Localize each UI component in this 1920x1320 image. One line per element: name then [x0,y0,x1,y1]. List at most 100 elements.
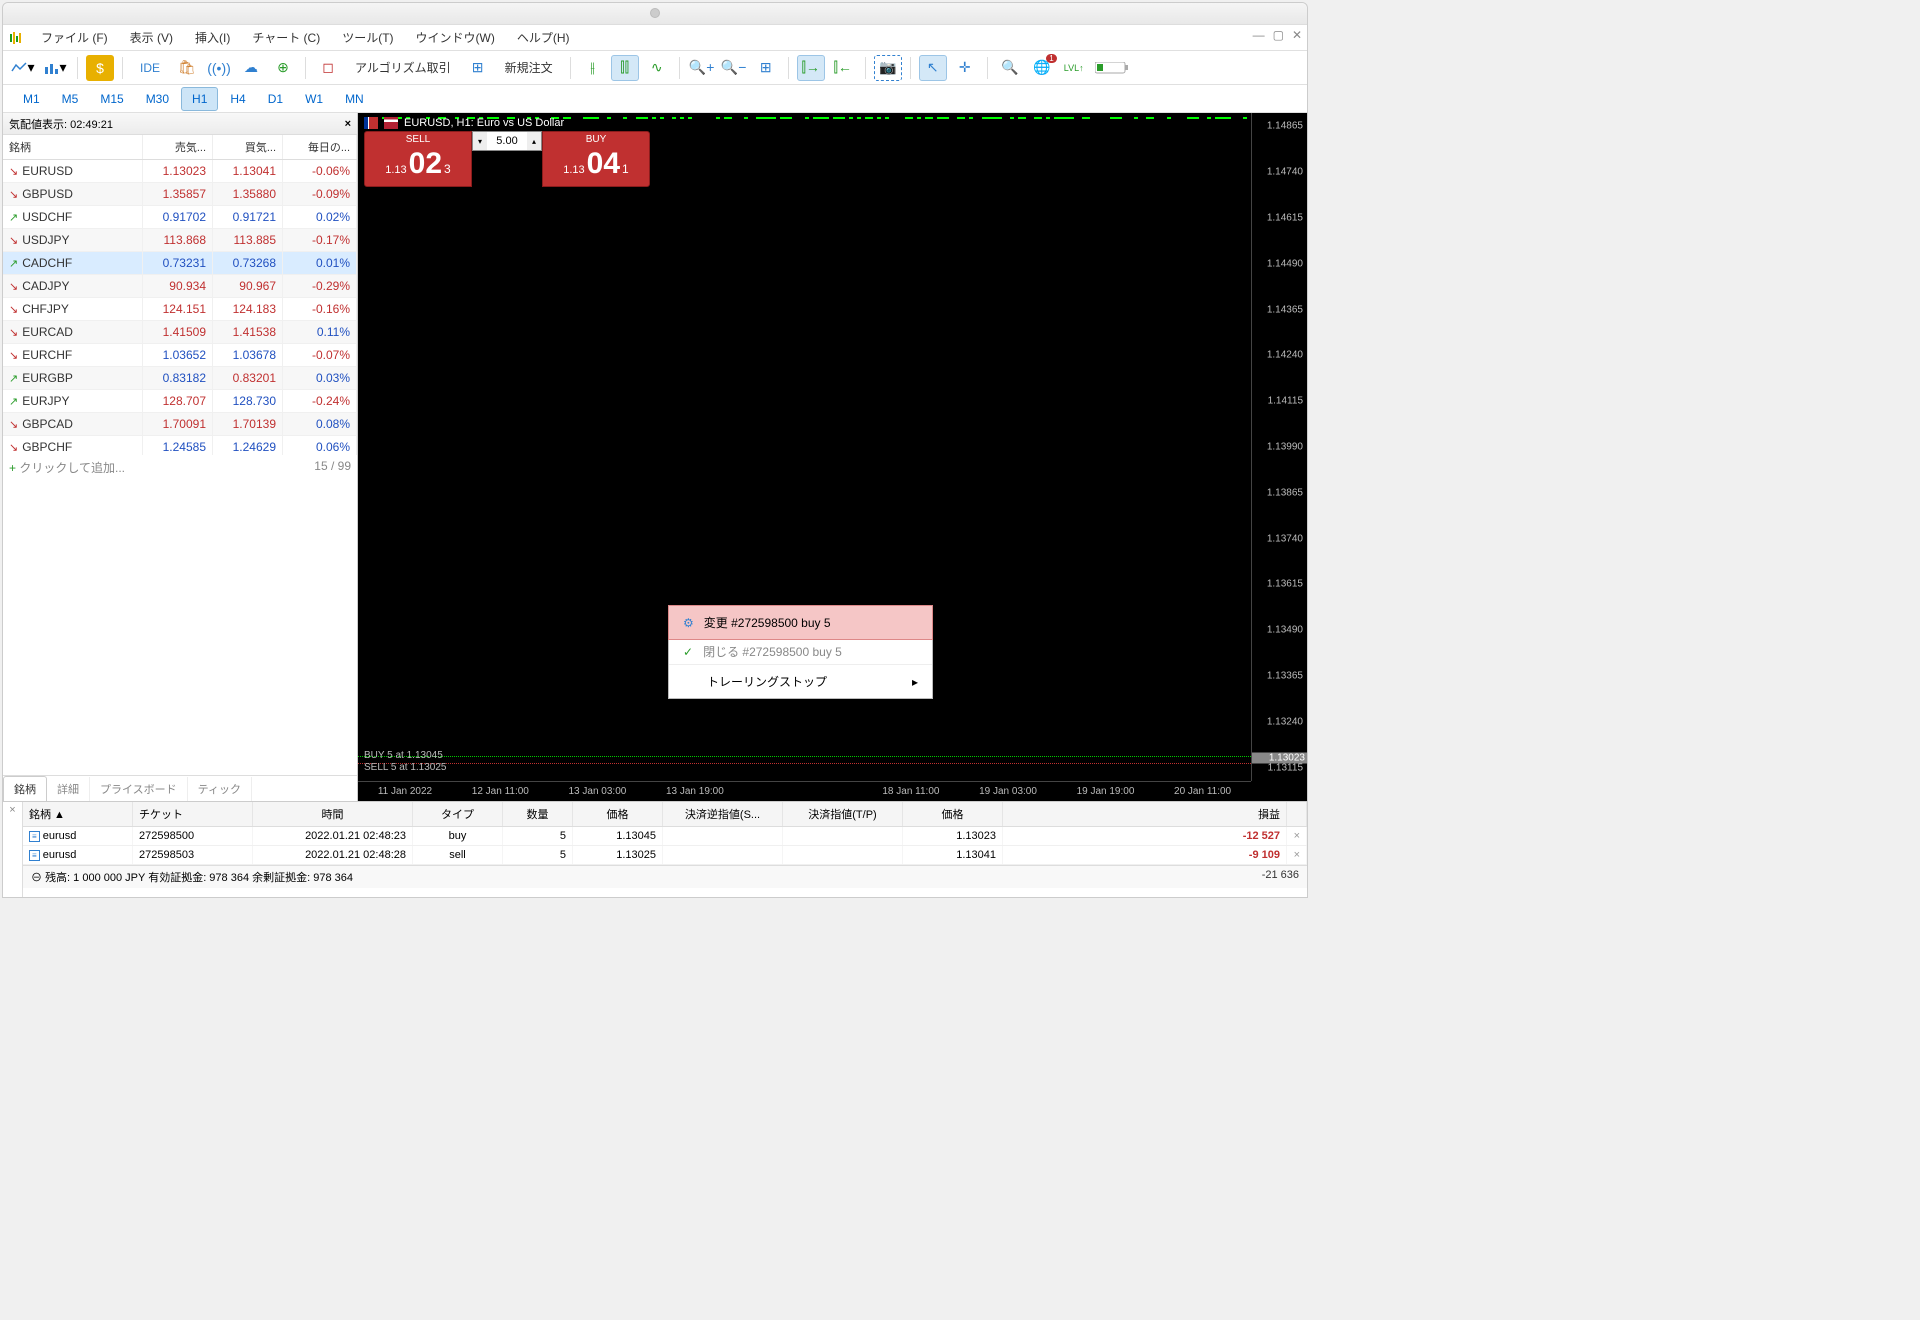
one-click-volume[interactable]: 5.00 [496,135,517,147]
tf-w1[interactable]: W1 [295,88,333,110]
terminal-row[interactable]: ≡ eurusd2725985032022.01.21 02:48:28sell… [23,846,1307,865]
market-watch-close-icon[interactable]: × [345,118,351,130]
terminal-summary: ⊖ 残高: 1 000 000 JPY 有効証拠金: 978 364 余剰証拠金… [23,865,1307,888]
search-icon[interactable]: 🔍 [996,55,1024,81]
new-order-button[interactable]: 新規注文 [496,55,562,81]
bar-chart-icon[interactable]: ▾ [41,55,69,81]
timeframe-bar: M1 M5 M15 M30 H1 H4 D1 W1 MN [3,85,1307,113]
chart-title: EURUSD, H1: Euro vs US Dollar [364,117,564,129]
close-position-icon[interactable]: × [1287,827,1307,845]
tf-m30[interactable]: M30 [136,88,179,110]
zoom-out-icon[interactable]: 🔍− [720,55,748,81]
terminal-row[interactable]: ≡ eurusd2725985002022.01.21 02:48:23buy5… [23,827,1307,846]
mw-row-usdchf[interactable]: ↗ USDCHF0.917020.917210.02% [3,206,357,229]
app-window: ファイル (F) 表示 (V) 挿入(I) チャート (C) ツール(T) ウイ… [2,2,1308,898]
grid-icon[interactable]: ⊞ [752,55,780,81]
x-axis: 11 Jan 202212 Jan 11:0013 Jan 03:0013 Ja… [358,781,1251,801]
stop-icon[interactable]: ◻ [314,55,342,81]
bar-style-icon[interactable]: ⫲ [579,55,607,81]
close-icon[interactable]: ✕ [1292,28,1302,42]
mw-row-gbpcad[interactable]: ↘ GBPCAD1.700911.701390.08% [3,413,357,436]
vol-down-button[interactable]: ▾ [473,132,487,150]
mw-row-eurusd[interactable]: ↘ EURUSD1.130231.13041-0.06% [3,160,357,183]
new-order-icon[interactable]: ⊞ [464,55,492,81]
mw-row-usdjpy[interactable]: ↘ USDJPY113.868113.885-0.17% [3,229,357,252]
crosshair-icon[interactable]: ✛ [951,55,979,81]
menu-tools[interactable]: ツール(T) [334,26,401,49]
market-watch-panel: 気配値表示: 02:49:21 × 銘柄 売気... 買気... 毎日の... … [3,113,358,801]
autoscroll-icon[interactable]: ⫿→ [797,55,825,81]
mw-tab-tick[interactable]: ティック [188,777,252,801]
mw-row-eurchf[interactable]: ↘ EURCHF1.036521.03678-0.07% [3,344,357,367]
chart-area[interactable]: EURUSD, H1: Euro vs US Dollar SELL 1.13 … [358,113,1307,801]
tf-h1[interactable]: H1 [181,87,218,111]
menu-insert[interactable]: 挿入(I) [187,26,238,49]
menu-file[interactable]: ファイル (F) [33,26,116,49]
menu-window[interactable]: ウインドウ(W) [408,26,503,49]
mw-tab-priceboard[interactable]: プライスボード [90,777,188,801]
menu-help[interactable]: ヘルプ(H) [509,26,578,49]
algo-trading-button[interactable]: アルゴリズム取引 [346,55,460,81]
check-icon: ✓ [683,645,693,659]
one-click-buy[interactable]: BUY 1.13 04 1 [542,131,650,187]
sell-line-label: SELL 5 at 1.13025 [364,762,446,773]
dollar-icon[interactable]: $ [86,55,114,81]
ctx-close-order[interactable]: ✓ 閉じる #272598500 buy 5 [669,639,932,664]
ctx-trailing-stop[interactable]: トレーリングストップ ▸ [669,665,932,698]
mw-row-gbpusd[interactable]: ↘ GBPUSD1.358571.35880-0.09% [3,183,357,206]
tf-m5[interactable]: M5 [52,88,89,110]
gear-icon: ⚙ [683,616,694,630]
menu-view[interactable]: 表示 (V) [122,26,181,49]
terminal-close-icon[interactable]: × [9,804,15,816]
terminal-panel: × ツ 銘柄 ▲ チケット 時間 タイプ 数量 価格 決済逆指値(S... 決済… [3,801,1307,897]
menubar: ファイル (F) 表示 (V) 挿入(I) チャート (C) ツール(T) ウイ… [3,25,1307,51]
tf-m1[interactable]: M1 [13,88,50,110]
tf-d1[interactable]: D1 [258,88,293,110]
tf-mn[interactable]: MN [335,88,374,110]
mw-row-cadjpy[interactable]: ↘ CADJPY90.93490.967-0.29% [3,275,357,298]
mw-tab-details[interactable]: 詳細 [47,777,90,801]
signals-icon[interactable]: ((•)) [205,55,233,81]
one-click-sell[interactable]: SELL 1.13 02 3 [364,131,472,187]
toolbar: ▾ ▾ $ IDE 🛍 ((•)) ☁ ⊕ ◻ アルゴリズム取引 ⊞ 新規注文 … [3,51,1307,85]
maximize-icon[interactable]: ▢ [1273,28,1284,42]
mw-row-gbpchf[interactable]: ↘ GBPCHF1.245851.246290.06% [3,436,357,455]
menu-chart[interactable]: チャート (C) [244,26,328,49]
titlebar [3,3,1307,25]
market-icon[interactable]: 🛍 [173,55,201,81]
globe-icon[interactable]: ⊕ [269,55,297,81]
context-menu: ⚙ 変更 #272598500 buy 5 ✓ 閉じる #272598500 b… [668,605,933,699]
battery-icon[interactable] [1092,55,1132,81]
cloud-icon[interactable]: ☁ [237,55,265,81]
mw-row-cadchf[interactable]: ↗ CADCHF0.732310.732680.01% [3,252,357,275]
terminal-header: 銘柄 ▲ チケット 時間 タイプ 数量 価格 決済逆指値(S... 決済指値(T… [23,802,1307,827]
zoom-in-icon[interactable]: 🔍+ [688,55,716,81]
mw-row-eurgbp[interactable]: ↗ EURGBP0.831820.832010.03% [3,367,357,390]
ide-button[interactable]: IDE [131,55,169,81]
market-watch-add-row[interactable]: + クリックして追加... 15 / 99 [3,455,357,480]
mw-row-chfjpy[interactable]: ↘ CHFJPY124.151124.183-0.16% [3,298,357,321]
screenshot-icon[interactable]: 📷 [874,55,902,81]
notification-icon[interactable]: 🌐1 [1028,55,1056,81]
window-controls: — ▢ ✕ [1253,28,1302,42]
tf-h4[interactable]: H4 [220,88,255,110]
mw-row-eurjpy[interactable]: ↗ EURJPY128.707128.730-0.24% [3,390,357,413]
line-chart-icon[interactable]: ▾ [9,55,37,81]
one-click-panel: SELL 1.13 02 3 ▾ 5.00 ▴ BUY 1.13 04 1 [364,131,650,187]
shift-icon[interactable]: ⫿← [829,55,857,81]
cursor-icon[interactable]: ↖ [919,55,947,81]
line-style-icon[interactable]: ∿ [643,55,671,81]
app-icon [9,31,27,45]
chart-flag-icon [364,117,378,129]
vol-up-button[interactable]: ▴ [527,132,541,150]
minimize-icon[interactable]: — [1253,28,1265,42]
tf-m15[interactable]: M15 [90,88,133,110]
mw-row-eurcad[interactable]: ↘ EURCAD1.415091.415380.11% [3,321,357,344]
mw-tab-symbols[interactable]: 銘柄 [3,776,47,802]
buy-line-label: BUY 5 at 1.13045 [364,750,443,761]
close-position-icon[interactable]: × [1287,846,1307,864]
candle-style-icon[interactable]: ⫿⫿ [611,55,639,81]
market-watch-title: 気配値表示: 02:49:21 [9,116,113,132]
level-icon[interactable]: LVL↑ [1060,55,1088,81]
ctx-modify-order[interactable]: ⚙ 変更 #272598500 buy 5 [668,605,933,640]
